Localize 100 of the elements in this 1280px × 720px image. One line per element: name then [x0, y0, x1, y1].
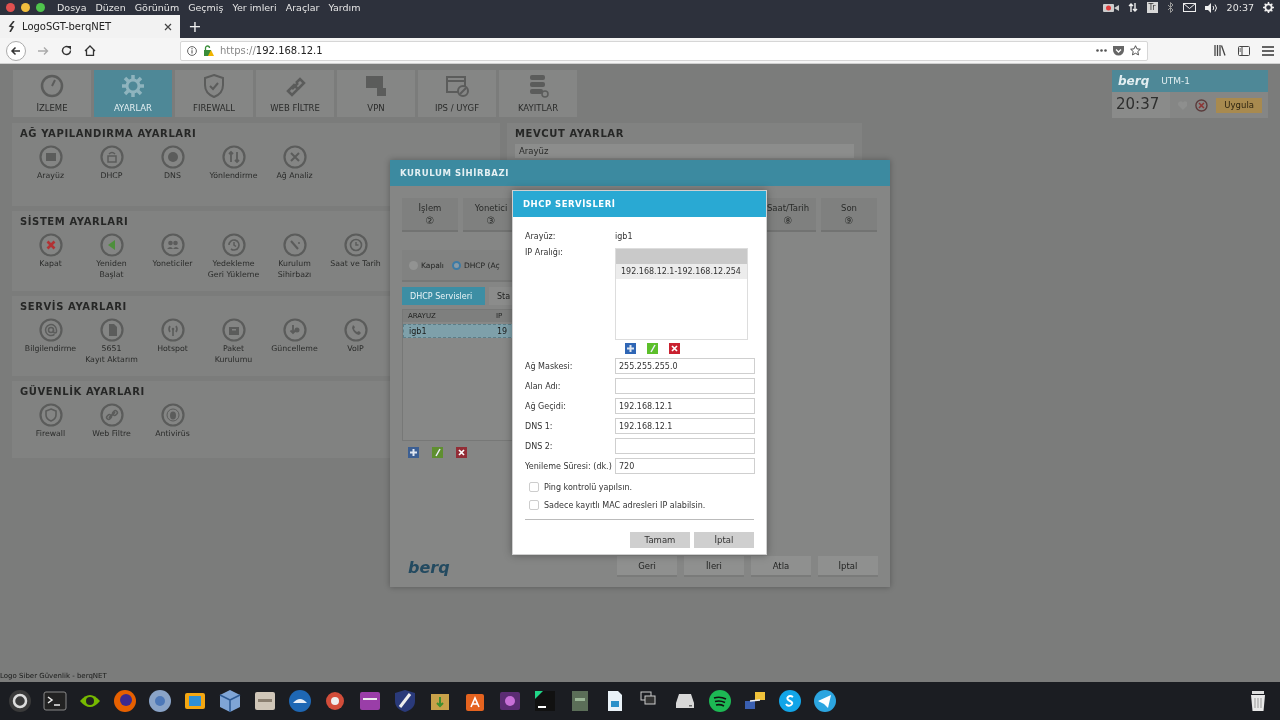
- radio-button[interactable]: [451, 260, 461, 270]
- wizard-button[interactable]: Atla: [751, 556, 811, 577]
- checkbox-label: Sadece kayıtlı MAC adresleri IP alabilsin.: [544, 500, 706, 510]
- terminal-icon[interactable]: [43, 689, 67, 713]
- close-icon[interactable]: [164, 22, 172, 31]
- input-field[interactable]: [615, 378, 755, 394]
- checkbox[interactable]: [529, 482, 539, 492]
- cube-icon[interactable]: [218, 689, 242, 713]
- browser-tab[interactable]: LogoSGT-berqNET: [0, 15, 180, 38]
- browser-icon[interactable]: [148, 689, 172, 713]
- edit-icon[interactable]: [432, 447, 443, 458]
- browser-icon[interactable]: [113, 689, 137, 713]
- menu-item[interactable]: Düzen: [95, 2, 126, 13]
- shield-icon: [201, 73, 227, 99]
- step-tab[interactable]: Son ⑨: [821, 198, 877, 232]
- users-icon: [160, 233, 185, 257]
- at-sign-icon: [38, 318, 63, 342]
- antenna-icon: [160, 318, 185, 342]
- sidebar-icon[interactable]: [1238, 45, 1250, 56]
- nav-tab[interactable]: FIREWALL: [175, 70, 253, 117]
- input-field[interactable]: 192.168.12.1: [615, 418, 755, 434]
- shield-icon: [38, 403, 63, 427]
- menu-item[interactable]: Görünüm: [134, 2, 180, 13]
- mail-icon[interactable]: [1182, 3, 1196, 12]
- checkbox[interactable]: [529, 500, 539, 510]
- input-field[interactable]: [615, 438, 755, 454]
- close-button[interactable]: [6, 3, 15, 12]
- step-tab[interactable]: İşlem ②: [402, 198, 458, 232]
- new-tab-button[interactable]: +: [180, 16, 210, 38]
- field-label: DNS 2:: [525, 441, 554, 451]
- maximize-button[interactable]: [36, 3, 45, 12]
- apply-button[interactable]: Uygula: [1216, 97, 1262, 113]
- launcher-icon[interactable]: [8, 689, 32, 713]
- input-field[interactable]: 720: [615, 458, 755, 474]
- paper-plane-icon[interactable]: [813, 689, 837, 713]
- chat-icon[interactable]: [778, 689, 802, 713]
- field-label: IP Aralığı:: [525, 248, 564, 257]
- pocket-icon[interactable]: [1113, 45, 1124, 56]
- ide-icon[interactable]: [533, 689, 557, 713]
- nav-tab[interactable]: VPN: [337, 70, 415, 117]
- list-item[interactable]: 192.168.12.1-192.168.12.254: [616, 264, 747, 279]
- wizard-button[interactable]: İleri: [684, 556, 744, 577]
- tab[interactable]: DHCP Servisleri: [402, 287, 485, 305]
- nav-tab[interactable]: KAYITLAR: [499, 70, 577, 117]
- menu-item[interactable]: Yardım: [328, 2, 361, 13]
- music-icon[interactable]: [708, 689, 732, 713]
- input-field[interactable]: 255.255.255.0: [615, 358, 755, 374]
- nav-tab[interactable]: İZLEME: [13, 70, 91, 117]
- field-label: Arayüz:: [525, 231, 557, 241]
- keyboard-layout-indicator[interactable]: Tr: [1146, 2, 1158, 13]
- wizard-button[interactable]: Geri: [617, 556, 677, 577]
- field-label: DNS 1:: [525, 421, 554, 431]
- library-icon[interactable]: [1214, 45, 1226, 56]
- gear-icon[interactable]: [1263, 2, 1274, 13]
- menu-icon[interactable]: [1262, 45, 1274, 56]
- nav-tab[interactable]: WEB FİLTRE: [256, 70, 334, 117]
- nav-tab[interactable]: IPS / UYGF: [418, 70, 496, 117]
- star-icon[interactable]: [1130, 45, 1141, 56]
- drawer-icon[interactable]: [253, 689, 277, 713]
- field-label: Ağ Maskesi:: [525, 361, 574, 371]
- menu-item[interactable]: Dosya: [57, 2, 87, 13]
- warning-lock-icon: [203, 45, 214, 56]
- video-camera-icon[interactable]: [1102, 2, 1119, 13]
- bluetooth-icon[interactable]: [1166, 2, 1174, 13]
- add-icon[interactable]: [625, 343, 636, 354]
- back-icon[interactable]: [6, 40, 26, 61]
- transfer-arrows-icon[interactable]: [1127, 2, 1138, 13]
- menu-item[interactable]: Yer imleri: [232, 2, 277, 13]
- add-icon[interactable]: [408, 447, 419, 458]
- delete-icon[interactable]: [669, 343, 680, 354]
- dialog-button[interactable]: İptal: [694, 532, 754, 548]
- window-icon[interactable]: [358, 689, 382, 713]
- window-title: KURULUM SİHİRBAZI: [390, 160, 890, 186]
- nav-tab[interactable]: AYARLAR: [94, 70, 172, 117]
- volume-icon[interactable]: [1204, 2, 1218, 13]
- reload-icon[interactable]: [61, 45, 72, 56]
- more-icon[interactable]: [1096, 49, 1107, 52]
- wizard-button[interactable]: İptal: [818, 556, 878, 577]
- clock-icon: [343, 233, 368, 257]
- video-icon[interactable]: [498, 689, 522, 713]
- home-icon[interactable]: [84, 45, 96, 56]
- section-title: AĞ YAPILANDIRMA AYARLARI: [20, 128, 197, 139]
- brand-logo: berq: [1118, 74, 1150, 88]
- bug-icon: [160, 403, 185, 427]
- menu-item[interactable]: Araçlar: [285, 2, 320, 13]
- input-field[interactable]: 192.168.12.1: [615, 398, 755, 414]
- section-title: SERVİS AYARLARI: [20, 301, 127, 312]
- link-icon: [99, 403, 124, 427]
- menu-item[interactable]: Geçmiş: [188, 2, 224, 13]
- dialog-button[interactable]: Tamam: [630, 532, 690, 548]
- delete-icon[interactable]: [456, 447, 467, 458]
- clock-text: 20:37: [1226, 2, 1254, 13]
- device-model: UTM-1: [1161, 76, 1191, 86]
- checkbox-label: Ping kontrolü yapılsın.: [544, 482, 633, 492]
- shield-icon[interactable]: [393, 689, 417, 713]
- section-title: GÜVENLİK AYARLARI: [20, 386, 145, 397]
- address-bar[interactable]: https://192.168.12.1: [180, 40, 1148, 61]
- table-cell-text: igb1: [408, 326, 428, 336]
- cancel-icon[interactable]: [1195, 98, 1209, 112]
- minimize-button[interactable]: [21, 3, 30, 12]
